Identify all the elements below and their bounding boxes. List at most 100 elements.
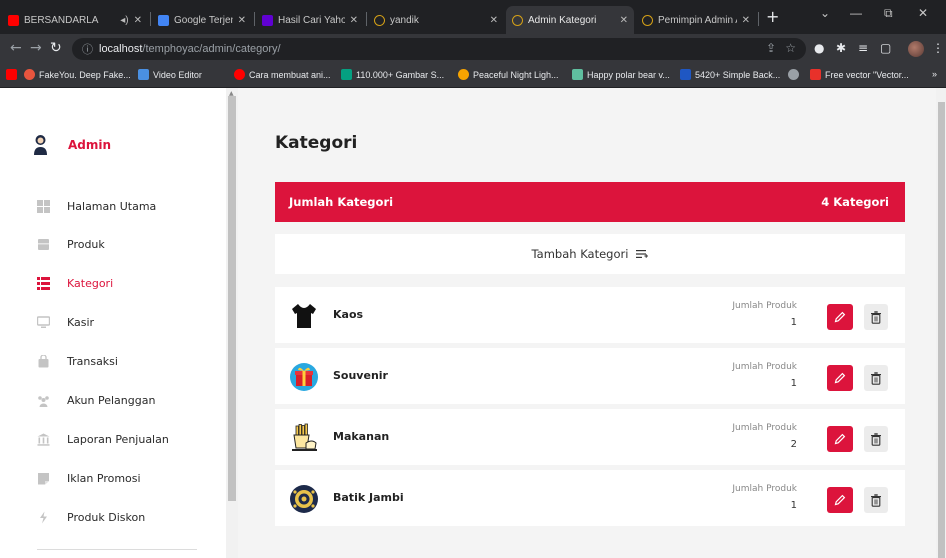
edit-category-button[interactable]: [827, 487, 853, 513]
promo-icon: [37, 472, 50, 485]
scrollbar-thumb[interactable]: [938, 102, 945, 558]
close-tab-icon[interactable]: ✕: [620, 15, 628, 26]
add-category-label: Tambah Kategori: [531, 247, 629, 261]
share-icon[interactable]: ⇪: [766, 41, 776, 55]
category-count-banner: Jumlah Kategori 4 Kategori: [275, 182, 905, 222]
bookmark-item[interactable]: Free vector "Vector...: [810, 69, 909, 80]
product-count-label: Jumlah Produk: [732, 423, 797, 433]
sidebar-item-label: Kategori: [67, 276, 114, 290]
side-panel-icon[interactable]: ▢: [880, 41, 891, 55]
extension-icon[interactable]: ●: [814, 41, 824, 55]
bookmark-item[interactable]: Cara membuat ani...: [234, 69, 331, 80]
minimize-button[interactable]: —: [850, 6, 862, 20]
sidebar: Admin Halaman Utama Produk Kategori Kasi…: [0, 88, 226, 558]
delete-category-button[interactable]: [864, 365, 888, 391]
edit-category-button[interactable]: [827, 304, 853, 330]
count-value: 4 Kategori: [821, 195, 889, 209]
browser-tab[interactable]: Google Terjemahan ✕: [152, 6, 252, 34]
sidebar-item-label: Iklan Promosi: [67, 471, 141, 485]
reading-list-icon[interactable]: ≡: [858, 41, 868, 55]
sidebar-item-akun-pelanggan[interactable]: Akun Pelanggan: [37, 391, 155, 409]
sidebar-item-kasir[interactable]: Kasir: [37, 313, 94, 331]
tab-label: BERSANDARLA: [24, 14, 99, 26]
loading-icon: [374, 14, 385, 26]
bookmark-star-icon[interactable]: ☆: [785, 41, 796, 55]
sidebar-scrollbar[interactable]: ▲: [226, 88, 238, 558]
sidebar-item-produk[interactable]: Produk: [37, 235, 105, 253]
sidebar-item-iklan-promosi[interactable]: Iklan Promosi: [37, 469, 141, 487]
add-category-button[interactable]: Tambah Kategori: [275, 234, 905, 274]
delete-category-button[interactable]: [864, 487, 888, 513]
bookmark-item[interactable]: Video Editor: [138, 69, 202, 80]
browser-tab[interactable]: Pemimpin Admin A ✕: [636, 6, 756, 34]
sidebar-item-transaksi[interactable]: Transaksi: [37, 352, 118, 370]
category-row: Batik Jambi Jumlah Produk 1: [275, 470, 905, 526]
yahoo-icon: [262, 14, 273, 26]
browser-tab-active[interactable]: Admin Kategori ✕: [506, 6, 634, 34]
youtube-icon: [6, 69, 17, 80]
sidebar-item-kategori[interactable]: Kategori: [37, 274, 113, 292]
page-scrollbar[interactable]: [936, 88, 946, 558]
tab-search-icon[interactable]: ⌄: [820, 6, 830, 20]
sidebar-item-label: Halaman Utama: [67, 199, 157, 213]
box-icon: [37, 238, 50, 251]
bookmark-item[interactable]: [6, 69, 17, 80]
pencil-icon: [834, 372, 846, 384]
bookmark-label: Peaceful Night Ligh...: [473, 69, 559, 80]
more-bookmarks-icon[interactable]: »: [932, 69, 937, 79]
edit-category-button[interactable]: [827, 426, 853, 452]
close-tab-icon[interactable]: ✕: [238, 15, 246, 26]
product-count-value: 2: [790, 439, 797, 450]
close-tab-icon[interactable]: ✕: [742, 15, 750, 26]
brand[interactable]: Admin: [33, 134, 111, 156]
profile-avatar[interactable]: [908, 41, 924, 57]
bookmark-item[interactable]: FakeYou. Deep Fake...: [24, 69, 131, 80]
sidebar-item-label: Produk: [67, 237, 105, 251]
category-name: Batik Jambi: [333, 491, 404, 504]
youtube-icon: [8, 14, 19, 26]
puzzle-icon[interactable]: ✱: [836, 41, 846, 55]
sidebar-item-produk-diskon[interactable]: Produk Diskon: [37, 508, 145, 526]
product-count-value: 1: [790, 378, 797, 389]
loading-icon: [512, 14, 523, 26]
url-path: /temphoyac/admin/category/: [142, 43, 281, 55]
bookmark-item[interactable]: 5420+ Simple Back...: [680, 69, 780, 80]
menu-dots-icon[interactable]: ⋮: [932, 41, 944, 55]
bookmark-label: Cara membuat ani...: [249, 69, 331, 80]
tab-label: Pemimpin Admin A: [658, 14, 737, 26]
monitor-icon: [37, 315, 50, 329]
back-arrow-icon[interactable]: ←: [10, 40, 22, 56]
delete-category-button[interactable]: [864, 304, 888, 330]
loading-icon: [642, 14, 653, 26]
bookmark-favicon: [572, 69, 583, 80]
bookmark-item[interactable]: [788, 69, 799, 80]
address-bar[interactable]: ⓘ localhost /temphoyac/admin/category/ ⇪…: [72, 38, 806, 60]
close-tab-icon[interactable]: ✕: [134, 15, 142, 26]
close-window-button[interactable]: ✕: [918, 6, 928, 20]
delete-category-button[interactable]: [864, 426, 888, 452]
bookmark-favicon: [24, 69, 35, 80]
edit-category-button[interactable]: [827, 365, 853, 391]
bookmark-item[interactable]: Happy polar bear v...: [572, 69, 670, 80]
close-tab-icon[interactable]: ✕: [350, 15, 358, 26]
browser-tab[interactable]: yandik ✕: [368, 6, 504, 34]
close-tab-icon[interactable]: ✕: [490, 15, 498, 26]
sidebar-item-laporan-penjualan[interactable]: Laporan Penjualan: [37, 430, 169, 448]
browser-tab[interactable]: BERSANDARLA ◂) ✕: [2, 6, 148, 34]
bookmark-label: FakeYou. Deep Fake...: [39, 69, 131, 80]
info-icon[interactable]: ⓘ: [82, 41, 93, 57]
new-tab-button[interactable]: +: [766, 9, 779, 25]
product-count-value: 1: [790, 500, 797, 511]
scrollbar-thumb[interactable]: [228, 96, 236, 501]
users-icon: [37, 394, 50, 407]
forward-arrow-icon[interactable]: →: [30, 40, 42, 56]
bookmark-item[interactable]: 110.000+ Gambar S...: [341, 69, 444, 80]
reload-icon[interactable]: ↻: [50, 40, 62, 56]
bookmark-item[interactable]: Peaceful Night Ligh...: [458, 69, 559, 80]
sidebar-item-halaman-utama[interactable]: Halaman Utama: [37, 197, 156, 215]
playlist-add-icon: [636, 250, 649, 258]
audio-icon[interactable]: ◂): [120, 15, 128, 26]
bookmark-favicon: [458, 69, 469, 80]
maximize-button[interactable]: ⧉: [884, 6, 893, 21]
browser-tab[interactable]: Hasil Cari Yahoo un ✕: [256, 6, 364, 34]
